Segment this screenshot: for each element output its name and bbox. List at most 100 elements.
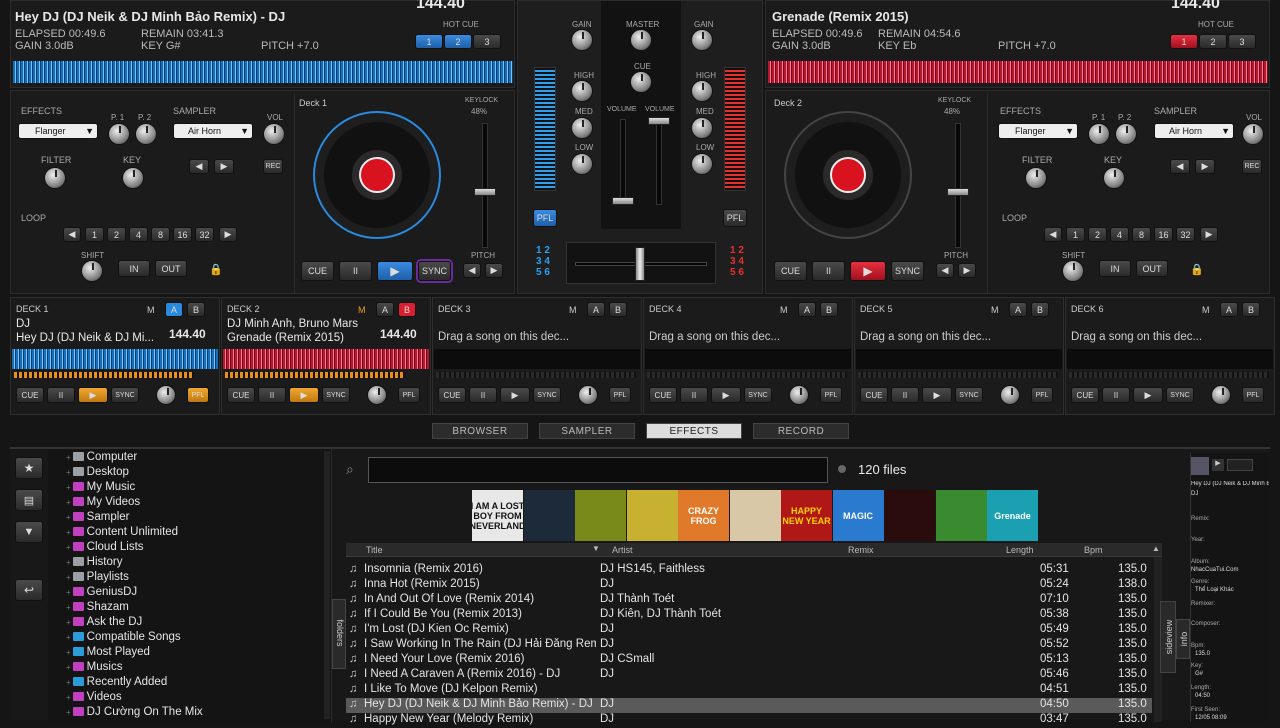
deck2-effect-p2-knob[interactable]	[1115, 123, 1137, 145]
table-row[interactable]: ♫ Insomnia (Remix 2016) DJ HS145, Faithles…	[346, 563, 1152, 578]
mini-deck-volume-knob[interactable]	[578, 385, 598, 405]
mixer-low-left-knob[interactable]	[571, 153, 593, 175]
folder-item[interactable]: + Shazam	[66, 601, 129, 616]
deck1-sync-button[interactable]: SYNC	[418, 261, 451, 281]
deck2-loop-size-button[interactable]: 4	[1110, 227, 1129, 242]
star-icon[interactable]: ★	[15, 457, 43, 479]
mini-deck-pfl-button[interactable]: PFL	[1242, 387, 1264, 403]
deck2-loop-prev-button[interactable]: ◀	[1044, 227, 1062, 242]
mini-deck-sync-button[interactable]: SYNC	[322, 387, 350, 403]
deck1-hotcue-1[interactable]: 1	[415, 34, 443, 49]
mixer-volume-left-fader[interactable]	[612, 197, 634, 205]
folder-item[interactable]: + Computer	[66, 451, 137, 466]
mini-deck-a-button[interactable]: A	[1220, 302, 1238, 317]
deck1-effect-p2-knob[interactable]	[135, 123, 157, 145]
mini-deck-a-button[interactable]: A	[1009, 302, 1027, 317]
mini-deck-b-button[interactable]: B	[609, 302, 627, 317]
mini-deck-b-button[interactable]: B	[1031, 302, 1049, 317]
mini-deck-play-button[interactable]: ▶	[711, 387, 741, 403]
deck1-loop-out-button[interactable]: OUT	[155, 260, 187, 277]
expand-icon[interactable]: +	[66, 468, 71, 477]
mini-deck-volume-knob[interactable]	[1000, 385, 1020, 405]
mixer-gain-left-knob[interactable]	[571, 29, 593, 51]
album-cover[interactable]: Grenade	[987, 490, 1038, 541]
deck2-cue-button[interactable]: CUE	[774, 261, 807, 281]
mini-deck-play-button[interactable]: ▶	[78, 387, 108, 403]
album-cover[interactable]	[523, 490, 575, 541]
deck2-loop-size-button[interactable]: 2	[1088, 227, 1107, 242]
deck2-effect-p1-knob[interactable]	[1088, 123, 1110, 145]
tab-record[interactable]: RECORD	[753, 423, 849, 439]
search-icon[interactable]: ⌕	[346, 461, 354, 478]
album-cover[interactable]: I AM A LOST BOY FROM NEVERLAND	[472, 490, 523, 541]
deck1-loop-knob[interactable]	[81, 260, 103, 282]
deck2-pitch-up-button[interactable]: ▶	[958, 263, 976, 278]
mini-deck-volume-knob[interactable]	[789, 385, 809, 405]
crossfader-handle[interactable]	[635, 247, 645, 281]
deck1-effect-p1-knob[interactable]	[108, 123, 130, 145]
deck2-sampler-rec-button[interactable]: REC	[1242, 159, 1262, 174]
column-title[interactable]: Title	[366, 545, 383, 555]
deck1-key-knob[interactable]	[122, 167, 144, 189]
deck1-loop-size-button[interactable]: 2	[107, 227, 126, 242]
mini-deck[interactable]: DECK 1 M A B DJ Hey DJ (DJ Neik & DJ Mi... 144…	[10, 297, 220, 415]
folder-item[interactable]: + Cloud Lists	[66, 541, 144, 556]
folder-item[interactable]: + GeniusDJ	[66, 586, 137, 601]
lock-icon[interactable]: 🔒	[1190, 263, 1204, 276]
folder-item[interactable]: + Sampler	[66, 511, 130, 526]
folder-item[interactable]: + Compatible Songs	[66, 631, 181, 646]
mini-deck-a-button[interactable]: A	[798, 302, 816, 317]
mini-deck-sync-button[interactable]: SYNC	[744, 387, 772, 403]
deck1-sampler-next-button[interactable]: ▶	[214, 159, 234, 174]
deck2-pitch-fader[interactable]	[947, 188, 969, 196]
deck2-key-knob[interactable]	[1103, 167, 1125, 189]
deck1-loop-size-button[interactable]: 1	[85, 227, 104, 242]
expand-icon[interactable]: +	[66, 513, 71, 522]
table-row[interactable]: ♫ Hey DJ (DJ Neik & DJ Minh Bảo Remix) - …	[346, 698, 1152, 713]
mini-deck-pause-button[interactable]: II	[1102, 387, 1130, 403]
mini-deck-pause-button[interactable]: II	[47, 387, 75, 403]
folder-item[interactable]: + My Videos	[66, 496, 140, 511]
column-remix[interactable]: Remix	[848, 545, 874, 555]
deck2-loop-size-button[interactable]: 1	[1066, 227, 1085, 242]
mini-deck-waveform[interactable]	[434, 349, 640, 369]
deck2-sampler-prev-button[interactable]: ◀	[1170, 159, 1190, 174]
deck1-pitch-track[interactable]	[482, 123, 488, 248]
mini-deck-play-button[interactable]: ▶	[500, 387, 530, 403]
tab-effects[interactable]: EFFECTS	[646, 423, 742, 439]
folder-tree-scrollbar[interactable]	[324, 451, 330, 719]
deck1-loop-in-button[interactable]: IN	[118, 260, 150, 277]
column-artist[interactable]: Artist	[612, 545, 633, 555]
deck1-cue-button[interactable]: CUE	[301, 261, 334, 281]
expand-icon[interactable]: +	[66, 453, 71, 462]
mini-deck-a-button[interactable]: A	[165, 302, 183, 317]
album-cover[interactable]	[729, 490, 781, 541]
mixer-pfl-right-button[interactable]: PFL	[723, 209, 747, 227]
mini-deck-pfl-button[interactable]: PFL	[820, 387, 842, 403]
mixer-master-knob[interactable]	[630, 29, 652, 51]
info-zoom-select[interactable]	[1227, 459, 1253, 471]
mini-deck-waveform[interactable]	[12, 349, 218, 369]
mixer-gain-right-knob[interactable]	[691, 29, 713, 51]
album-cover[interactable]: CRAZY FROG	[678, 490, 729, 541]
mini-deck-pfl-button[interactable]: PFL	[1031, 387, 1053, 403]
folder-icon[interactable]: ▤	[15, 489, 43, 511]
deck2-sampler-select[interactable]: Air Horn ▼	[1154, 123, 1234, 139]
folder-item[interactable]: + DJ Cường On The Mix	[66, 706, 203, 721]
crossfader-track[interactable]	[566, 242, 716, 284]
deck1-pitch-up-button[interactable]: ▶	[485, 263, 503, 278]
table-row[interactable]: ♫ If I Could Be You (Remix 2013) DJ Kiên, …	[346, 608, 1152, 623]
mini-deck-cue-button[interactable]: CUE	[16, 387, 44, 403]
deck2-sampler-next-button[interactable]: ▶	[1195, 159, 1215, 174]
mini-deck-sync-button[interactable]: SYNC	[955, 387, 983, 403]
deck2-sync-button[interactable]: SYNC	[891, 261, 924, 281]
table-row[interactable]: ♫ I Need A Caraven A (Remix 2016) - DJ DJ 0…	[346, 668, 1152, 683]
mini-deck-waveform[interactable]	[1067, 349, 1273, 369]
info-tab[interactable]: info	[1176, 619, 1190, 659]
deck2-platter[interactable]	[784, 111, 912, 239]
mini-deck-pfl-button[interactable]: PFL	[609, 387, 631, 403]
mini-deck[interactable]: DECK 3 M A B Drag a song on this dec... CUE II…	[432, 297, 642, 415]
sort-icon[interactable]: ▼	[592, 544, 600, 553]
mixer-med-right-knob[interactable]	[691, 117, 713, 139]
deck2-play-button[interactable]: ▶	[850, 261, 886, 281]
